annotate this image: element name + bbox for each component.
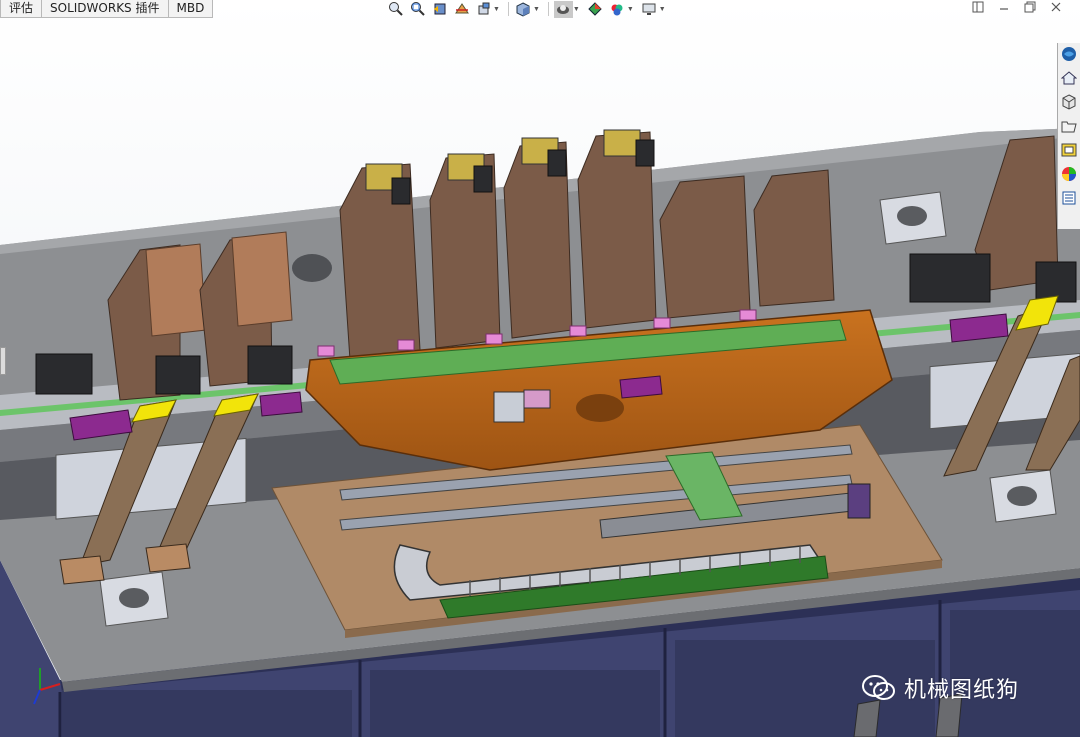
edit-appearance-icon[interactable] xyxy=(608,1,627,18)
apply-scene-icon[interactable] xyxy=(640,1,659,18)
previous-view-icon[interactable] xyxy=(430,1,449,18)
chevron-down-icon[interactable]: ▼ xyxy=(493,6,500,13)
tab-solidworks-addins[interactable]: SOLIDWORKS 插件 xyxy=(41,0,169,18)
section-view-icon[interactable] xyxy=(452,1,471,18)
zoom-to-fit-icon[interactable] xyxy=(386,1,405,18)
custom-properties-icon[interactable] xyxy=(1060,189,1078,207)
wechat-icon xyxy=(862,675,895,700)
mount-hole xyxy=(879,191,947,245)
file-explorer-icon[interactable] xyxy=(1060,117,1078,135)
watermark: 机械图纸狗 xyxy=(862,672,1019,704)
chevron-down-icon[interactable]: ▼ xyxy=(533,6,540,13)
dynamic-annotation-icon[interactable] xyxy=(474,1,493,18)
chevron-down-icon[interactable]: ▼ xyxy=(627,6,634,13)
appearances-scenes-icon[interactable] xyxy=(1060,165,1078,183)
feature-manager-collapse-handle[interactable] xyxy=(0,347,6,375)
design-library-icon[interactable] xyxy=(1060,93,1078,111)
table-cutout xyxy=(292,254,332,282)
solidworks-resources-icon[interactable] xyxy=(1060,45,1078,63)
tile-left-icon[interactable] xyxy=(972,0,984,14)
restore-icon[interactable] xyxy=(1024,0,1036,14)
station-upright xyxy=(753,169,835,307)
tab-mbd[interactable]: MBD xyxy=(167,0,214,18)
view-orientation-icon[interactable] xyxy=(514,1,533,18)
watermark-text: 机械图纸狗 xyxy=(904,678,1020,703)
command-manager-tabs: 评估 SOLIDWORKS 插件 MBD xyxy=(0,0,214,18)
chevron-down-icon[interactable]: ▼ xyxy=(659,6,666,13)
station-upright xyxy=(659,175,751,319)
close-icon[interactable] xyxy=(1050,0,1062,14)
home-icon[interactable] xyxy=(1060,69,1078,87)
graphics-viewport[interactable] xyxy=(0,0,1080,737)
hide-show-items-icon[interactable] xyxy=(586,1,605,18)
zoom-to-area-icon[interactable] xyxy=(408,1,427,18)
task-pane-tabs xyxy=(1057,43,1080,229)
heads-up-view-toolbar: ▼ ▼ ▼ ▼ ▼ xyxy=(386,0,669,18)
display-style-icon[interactable] xyxy=(553,0,573,18)
mount-hole xyxy=(989,469,1057,523)
toolbar-separator xyxy=(547,2,549,16)
window-controls xyxy=(972,0,1062,14)
toolbar-separator xyxy=(507,2,509,16)
chevron-down-icon[interactable]: ▼ xyxy=(573,6,580,13)
minimize-icon[interactable] xyxy=(998,0,1010,14)
tab-evaluate[interactable]: 评估 xyxy=(0,0,43,18)
view-palette-icon[interactable] xyxy=(1060,141,1078,159)
mount-hole xyxy=(99,571,169,627)
